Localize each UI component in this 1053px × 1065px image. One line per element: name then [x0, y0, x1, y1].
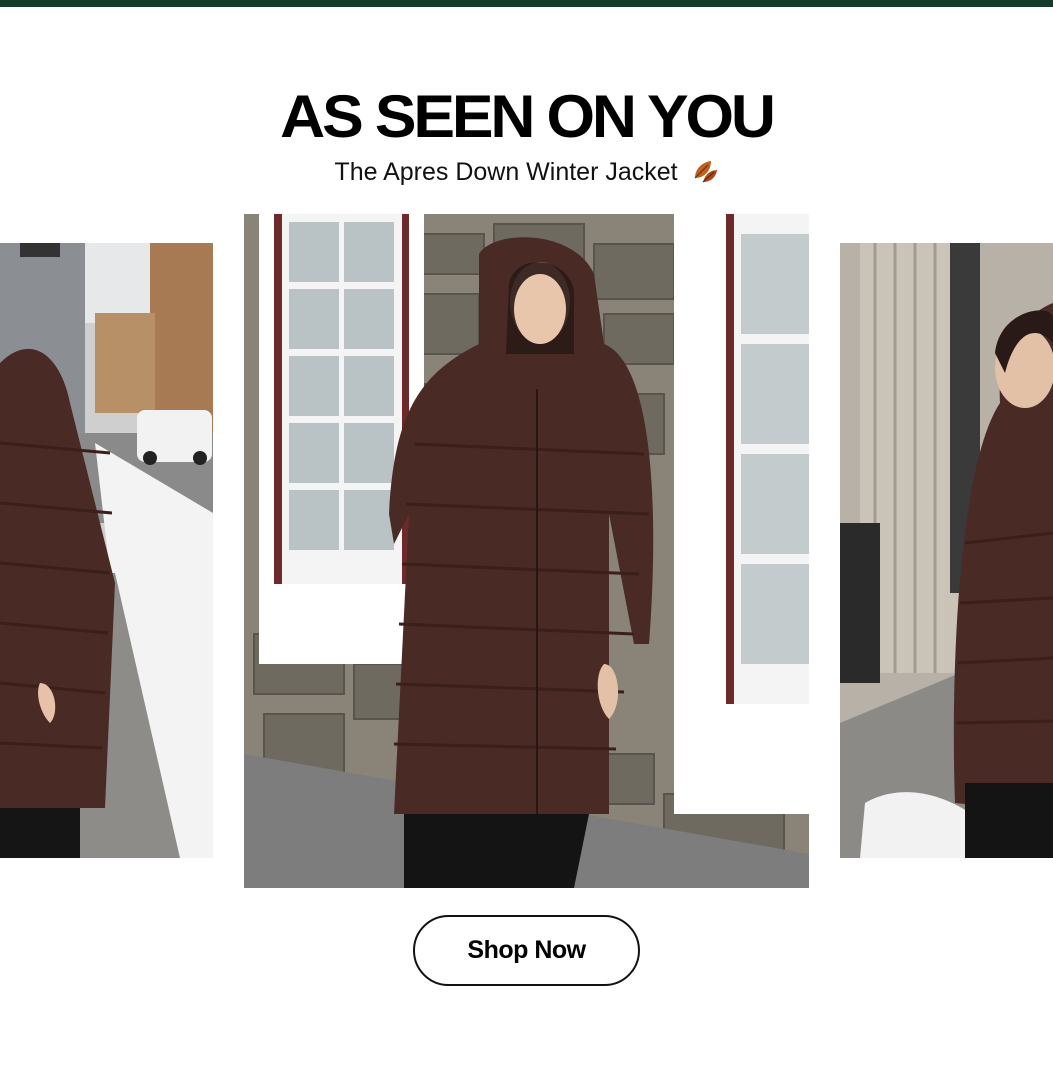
subtitle-text: The Apres Down Winter Jacket	[334, 158, 678, 186]
photo-right-illustration	[840, 243, 1053, 858]
photo-left-illustration	[0, 243, 213, 858]
top-accent-bar	[0, 0, 1053, 7]
gallery-photo-right[interactable]	[840, 243, 1053, 858]
shop-now-button[interactable]: Shop Now	[413, 915, 640, 986]
gallery-photo-left[interactable]	[0, 243, 213, 858]
photo-center-illustration	[244, 214, 809, 888]
subtitle: The Apres Down Winter Jacket	[0, 158, 1053, 187]
leaf-icon	[694, 161, 717, 183]
page-title: AS SEEN ON YOU	[280, 83, 776, 150]
gallery-photo-center[interactable]	[244, 214, 809, 888]
